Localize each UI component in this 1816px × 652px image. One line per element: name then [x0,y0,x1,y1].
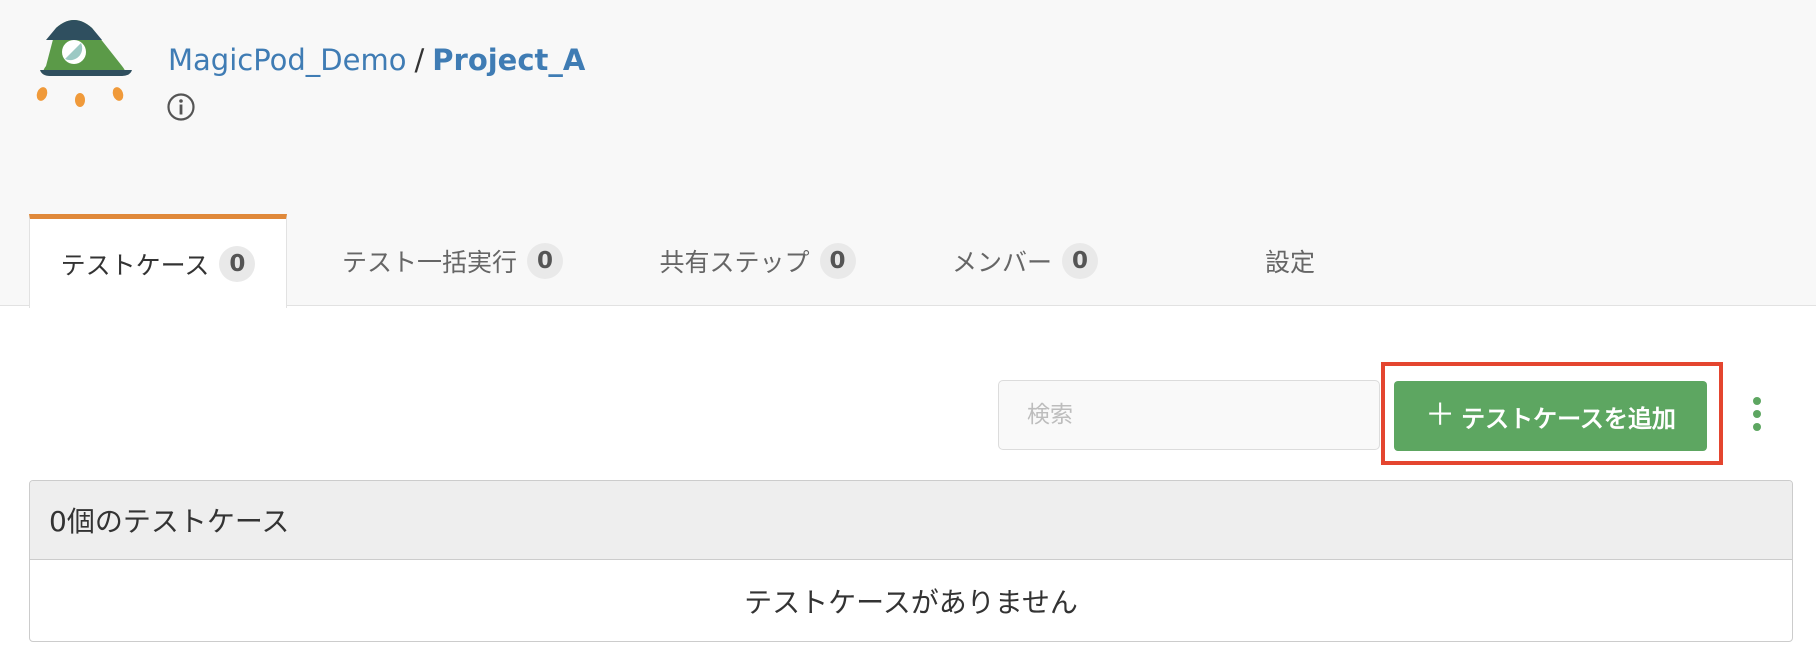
search-input[interactable] [998,380,1380,450]
plus-icon: ＋ [1425,398,1456,433]
rocket-logo[interactable] [34,14,138,114]
breadcrumb: MagicPod_Demo / Project_A [168,38,585,82]
tab-count-badge: 0 [527,242,563,279]
info-icon[interactable] [166,92,196,122]
project-tabs: テストケース 0 テスト一括実行 0 共有ステップ 0 メンバー 0 設定 [0,214,1816,308]
test-case-count-header: 0個のテストケース [30,481,1792,560]
tab-label: テスト一括実行 [341,247,517,277]
tab-test-cases[interactable]: テストケース 0 [29,214,287,308]
breadcrumb-organization-link[interactable]: MagicPod_Demo [168,43,406,77]
add-test-case-label: テストケースを追加 [1461,404,1676,433]
tab-members[interactable]: メンバー 0 [945,214,1105,307]
tab-label: 共有ステップ [659,247,810,277]
tab-count-badge: 0 [819,242,856,279]
empty-state-message: テストケースがありません [744,586,1078,619]
tab-shared-steps[interactable]: 共有ステップ 0 [650,214,865,307]
tab-label: メンバー [951,247,1052,277]
tab-count-badge: 0 [1062,242,1098,279]
project-header: MagicPod_Demo / Project_A テストケース 0 テスト一括実行… [0,0,1816,308]
tab-label: 設定 [1264,247,1315,277]
tab-label: テストケース [60,250,210,280]
breadcrumb-project-link[interactable]: Project_A [432,43,585,77]
add-test-case-button[interactable]: ＋ テストケースを追加 [1394,381,1707,451]
tab-settings[interactable]: 設定 [1240,214,1340,307]
tab-count-badge: 0 [219,245,256,282]
test-case-list-panel: 0個のテストケース テストケースがありません [29,480,1793,642]
breadcrumb-separator: / [414,43,425,77]
vertical-ellipsis-icon[interactable] [1747,394,1767,434]
tab-batch-run[interactable]: テスト一括実行 0 [330,214,575,307]
